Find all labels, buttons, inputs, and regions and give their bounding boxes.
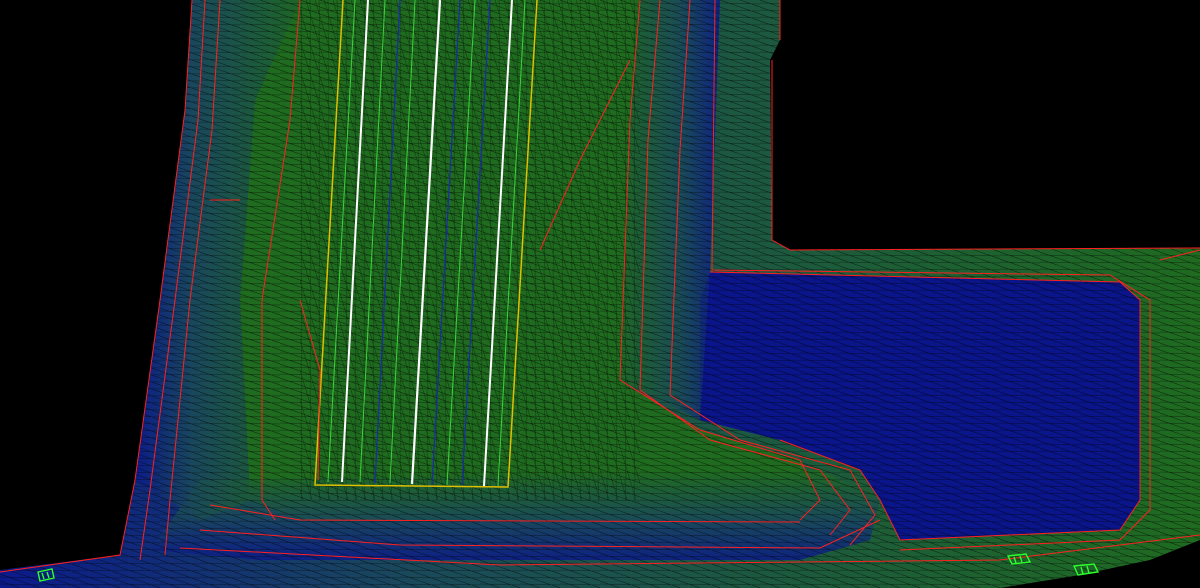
terrain-mesh-canvas[interactable]	[0, 0, 1200, 588]
terrain-viewport[interactable]	[0, 0, 1200, 588]
contour-line	[771, 60, 1200, 251]
